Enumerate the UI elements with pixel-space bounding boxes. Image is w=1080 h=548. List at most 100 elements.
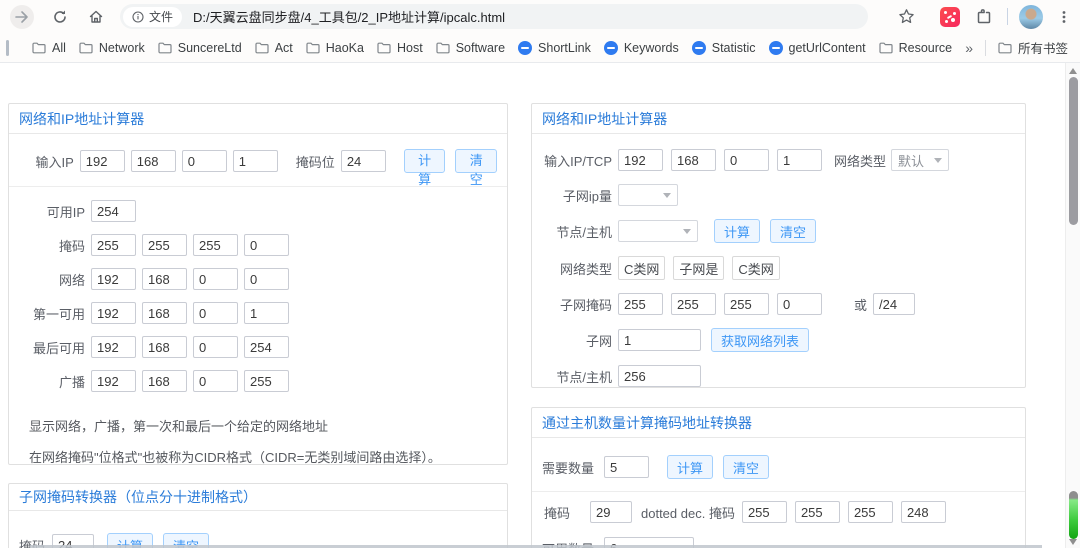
first-octet2[interactable]	[142, 302, 187, 324]
bookmark-folder-resource[interactable]: Resource	[879, 41, 953, 55]
network-octet1[interactable]	[91, 268, 136, 290]
bookmark-keywords[interactable]: Keywords	[604, 41, 679, 55]
last-octet2[interactable]	[142, 336, 187, 358]
folder-icon	[158, 42, 172, 54]
bookmark-shortlink[interactable]: ShortLink	[518, 41, 591, 55]
clear-button[interactable]: 清空	[770, 219, 816, 243]
net-type-label: 网络类型	[834, 151, 886, 170]
bookmark-folder-host[interactable]: Host	[377, 41, 423, 55]
mask-bits-input[interactable]	[590, 501, 632, 523]
network-octet4[interactable]	[244, 268, 289, 290]
clear-button[interactable]: 清空	[455, 149, 497, 173]
available-ip-value[interactable]	[91, 200, 136, 222]
all-bookmarks-button[interactable]: 所有书签	[998, 38, 1068, 57]
network-octet2[interactable]	[142, 268, 187, 290]
description-line2: 在网络掩码"位格式"也被称为CIDR格式（CIDR=无类别域间路由选择）。	[29, 447, 497, 466]
forward-button[interactable]	[10, 5, 34, 29]
scroll-down-arrow-icon[interactable]	[1069, 539, 1077, 545]
ip-octet4-input[interactable]	[777, 149, 822, 171]
bookmark-folder-suncereltd[interactable]: SuncereLtd	[158, 41, 242, 55]
bookmark-statistic[interactable]: Statistic	[692, 41, 756, 55]
input-ip-label: 输入IP	[19, 152, 74, 171]
profile-avatar[interactable]	[1019, 5, 1043, 29]
subnet-mask-octet4[interactable]	[777, 293, 822, 315]
mask-octet3[interactable]	[193, 234, 238, 256]
first-usable-label: 第一可用	[19, 304, 85, 323]
browser-toolbar: 文件 D:/天翼云盘同步盘/4_工具包/2_IP地址计算/ipcalc.html	[0, 0, 1080, 33]
calc-button[interactable]: 计算	[404, 149, 446, 173]
bookmark-folder-software[interactable]: Software	[436, 41, 505, 55]
bookmark-folder-act[interactable]: Act	[255, 41, 293, 55]
bookmark-label: 所有书签	[1018, 38, 1068, 57]
ip-octet3-input[interactable]	[724, 149, 769, 171]
ip-octet1-input[interactable]	[618, 149, 663, 171]
node-host-result-input[interactable]	[618, 365, 701, 387]
scrollbar-green-indicator[interactable]	[1069, 491, 1078, 539]
ip-octet1-input[interactable]	[80, 150, 125, 172]
bookmark-label: Statistic	[712, 41, 756, 55]
subnet-mask-octet3[interactable]	[724, 293, 769, 315]
subnet-input[interactable]	[618, 329, 701, 351]
bookmark-star-icon[interactable]	[894, 5, 918, 29]
bookmark-folder-all[interactable]: All	[32, 41, 66, 55]
last-octet4[interactable]	[244, 336, 289, 358]
calc-button[interactable]: 计算	[714, 219, 760, 243]
node-host-select[interactable]	[618, 220, 698, 242]
dotted-octet2[interactable]	[795, 501, 840, 523]
extension-red-icon[interactable]	[940, 7, 960, 27]
subnet-mask-octet1[interactable]	[618, 293, 663, 315]
tab-group-marker	[6, 40, 9, 56]
scrollbar-thumb[interactable]	[1069, 77, 1078, 225]
calc-button[interactable]: 计算	[667, 455, 713, 479]
description-line1: 显示网络，广播，第一次和最后一个给定的网络地址	[29, 416, 497, 435]
vertical-scrollbar[interactable]	[1065, 63, 1080, 548]
dotted-octet4[interactable]	[901, 501, 946, 523]
first-octet1[interactable]	[91, 302, 136, 324]
mask-octet4[interactable]	[244, 234, 289, 256]
network-label: 网络	[19, 270, 85, 289]
url-text[interactable]: D:/天翼云盘同步盘/4_工具包/2_IP地址计算/ipcalc.html	[193, 7, 505, 26]
first-octet4[interactable]	[244, 302, 289, 324]
site-favicon	[604, 41, 618, 55]
bookmark-geturlcontent[interactable]: getUrlContent	[769, 41, 866, 55]
broadcast-octet2[interactable]	[142, 370, 187, 392]
subnet-mask-octet2[interactable]	[671, 293, 716, 315]
broadcast-octet4[interactable]	[244, 370, 289, 392]
scroll-up-arrow-icon[interactable]	[1069, 68, 1077, 74]
first-octet3[interactable]	[193, 302, 238, 324]
refresh-button[interactable]	[48, 5, 72, 29]
dotted-octet1[interactable]	[742, 501, 787, 523]
url-scheme-chip[interactable]: 文件	[123, 7, 182, 27]
subnet-ip-count-select[interactable]	[618, 184, 678, 206]
broadcast-octet3[interactable]	[193, 370, 238, 392]
bookmark-folder-haoka[interactable]: HaoKa	[306, 41, 364, 55]
mask-octet1[interactable]	[91, 234, 136, 256]
need-count-input[interactable]	[604, 456, 649, 478]
get-network-list-button[interactable]: 获取网络列表	[711, 328, 809, 352]
home-button[interactable]	[84, 5, 108, 29]
bookmark-label: Network	[99, 41, 145, 55]
dotted-octet3[interactable]	[848, 501, 893, 523]
address-bar[interactable]: 文件 D:/天翼云盘同步盘/4_工具包/2_IP地址计算/ipcalc.html	[120, 4, 868, 29]
menu-icon[interactable]	[1052, 5, 1076, 29]
last-octet3[interactable]	[193, 336, 238, 358]
ip-octet2-input[interactable]	[671, 149, 716, 171]
ip-octet3-input[interactable]	[182, 150, 227, 172]
ip-octet2-input[interactable]	[131, 150, 176, 172]
cidr-input[interactable]	[873, 293, 915, 315]
broadcast-octet1[interactable]	[91, 370, 136, 392]
network-octet3[interactable]	[193, 268, 238, 290]
panel-ip-calculator-left: 网络和IP地址计算器 输入IP 掩码位 计算 清空 可用IP	[8, 103, 508, 465]
bookmarks-overflow-chevron[interactable]: »	[965, 40, 973, 56]
ip-octet4-input[interactable]	[233, 150, 278, 172]
extensions-puzzle-icon[interactable]	[972, 5, 996, 29]
net-type-select[interactable]: 默认	[891, 149, 949, 171]
mask-bits-input[interactable]	[341, 150, 386, 172]
mask-octet2[interactable]	[142, 234, 187, 256]
last-octet1[interactable]	[91, 336, 136, 358]
clear-button[interactable]: 清空	[723, 455, 769, 479]
panel-title: 通过主机数量计算掩码地址转换器	[532, 408, 1025, 438]
folder-icon	[436, 42, 450, 54]
site-favicon	[692, 41, 706, 55]
bookmark-folder-network[interactable]: Network	[79, 41, 145, 55]
